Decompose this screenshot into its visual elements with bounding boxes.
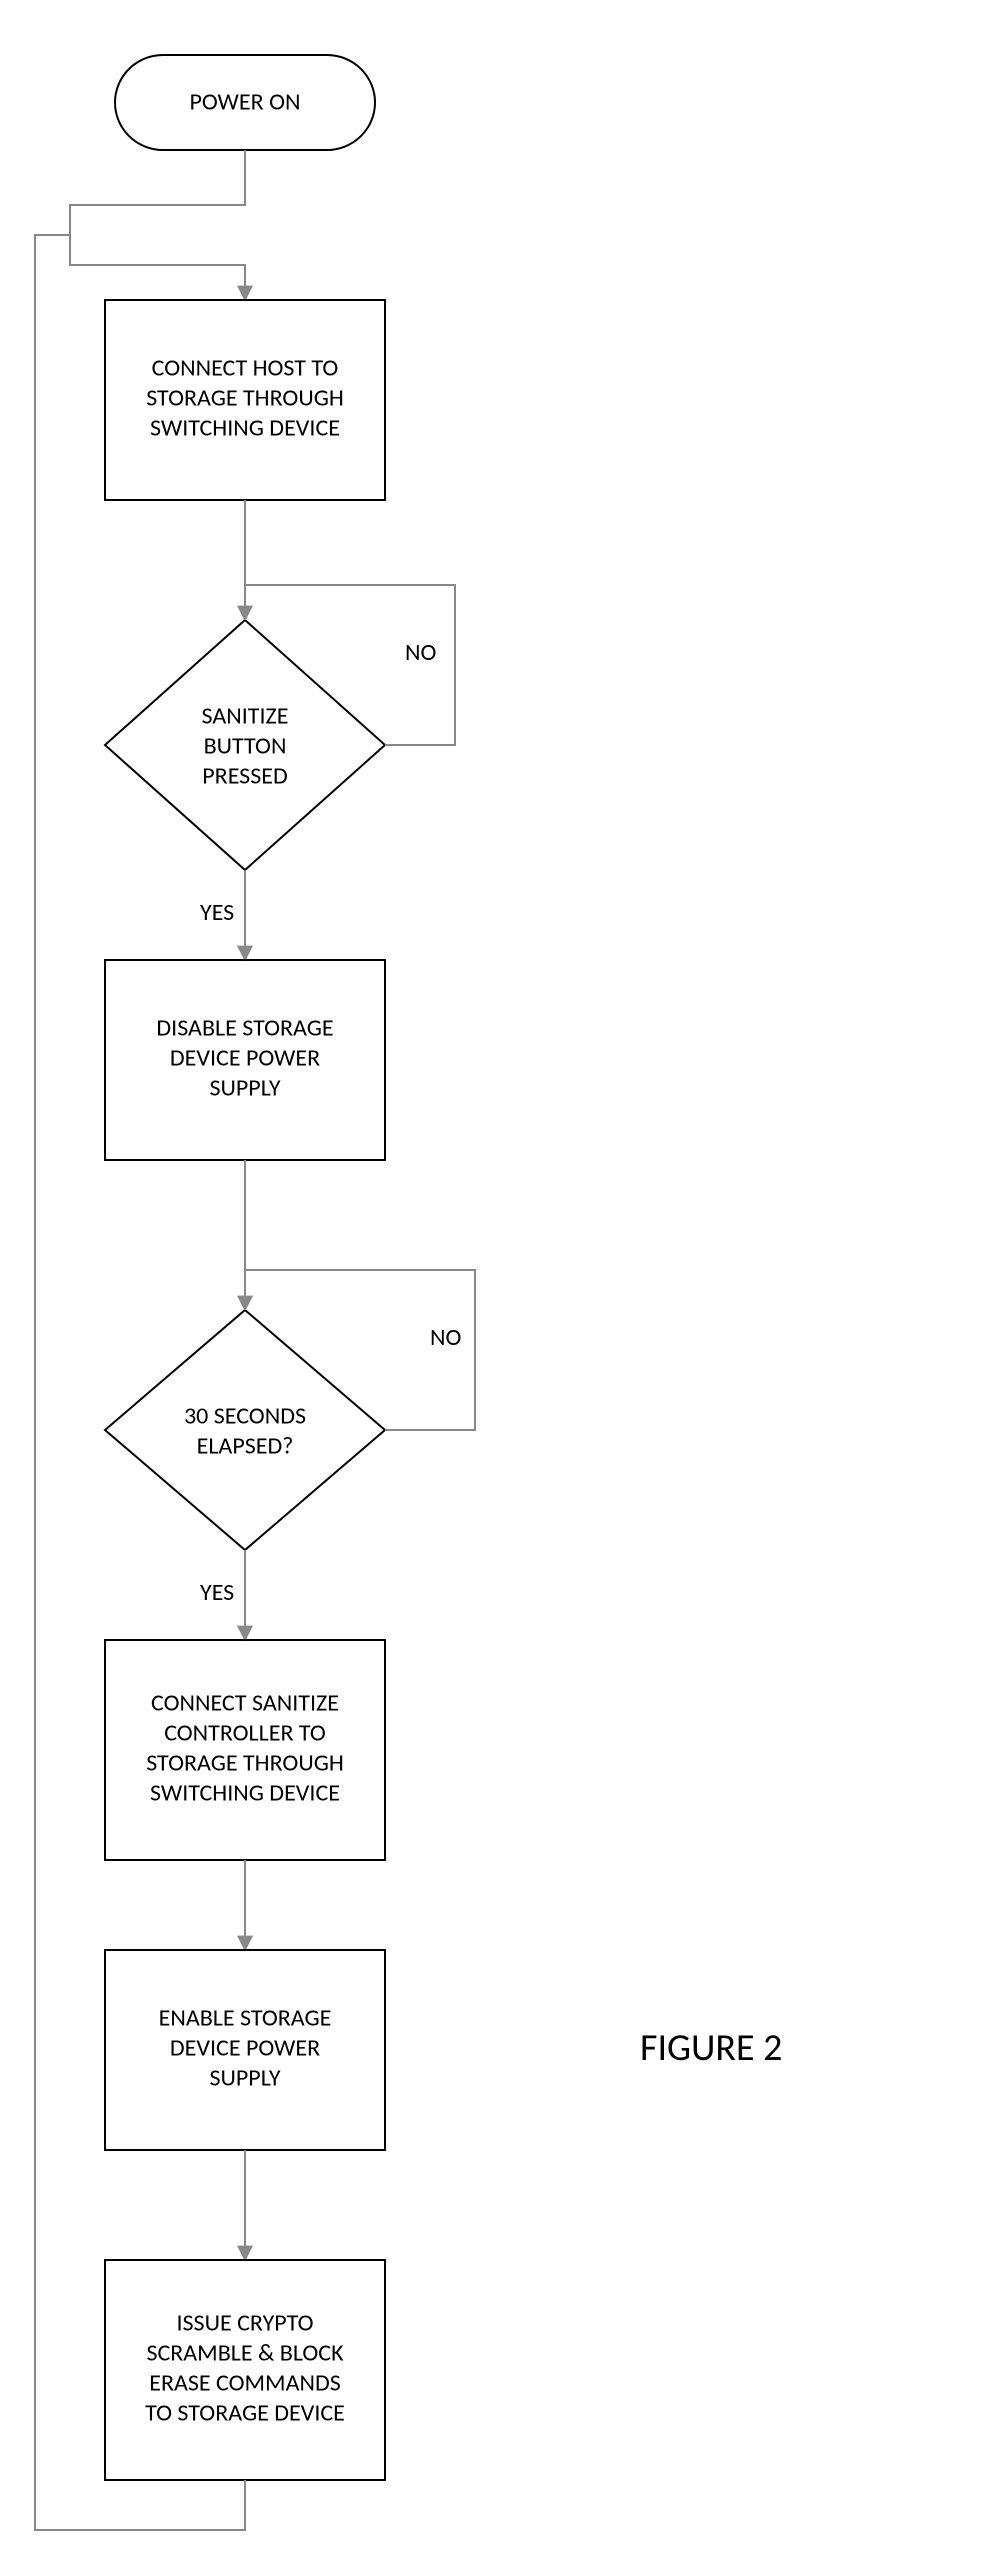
- node-d1: SANITIZE BUTTON PRESSED: [105, 620, 385, 870]
- node-p4-l2: DEVICE POWER: [170, 2034, 320, 2063]
- node-p5-l2: SCRAMBLE & BLOCK: [146, 2339, 344, 2368]
- node-p1-l1: CONNECT HOST TO: [152, 354, 339, 383]
- node-p5: ISSUE CRYPTO SCRAMBLE & BLOCK ERASE COMM…: [105, 2260, 385, 2480]
- node-p5-l4: TO STORAGE DEVICE: [145, 2399, 345, 2428]
- d1-yes-label: YES: [200, 898, 234, 927]
- node-p2-l1: DISABLE STORAGE: [156, 1014, 333, 1043]
- node-p3-l4: SWITCHING DEVICE: [150, 1779, 340, 1808]
- node-p1: CONNECT HOST TO STORAGE THROUGH SWITCHIN…: [105, 300, 385, 500]
- node-d1-l3: PRESSED: [202, 762, 287, 791]
- figure-label: FIGURE 2: [640, 2025, 782, 2071]
- d2-yes-label: YES: [200, 1578, 234, 1607]
- node-p4-l1: ENABLE STORAGE: [159, 2004, 332, 2033]
- node-start: POWER ON: [115, 55, 375, 150]
- node-p3-l2: CONTROLLER TO: [164, 1719, 326, 1748]
- node-start-text: POWER ON: [190, 88, 301, 117]
- node-d1-l1: SANITIZE: [202, 702, 289, 731]
- node-p2: DISABLE STORAGE DEVICE POWER SUPPLY: [105, 960, 385, 1160]
- node-p1-l3: SWITCHING DEVICE: [150, 414, 340, 443]
- node-d2-l2: ELAPSED?: [197, 1432, 294, 1461]
- d1-no-label: NO: [405, 638, 436, 667]
- node-p4-l3: SUPPLY: [209, 2064, 280, 2093]
- node-p5-l1: ISSUE CRYPTO: [176, 2309, 313, 2338]
- node-p4: ENABLE STORAGE DEVICE POWER SUPPLY: [105, 1950, 385, 2150]
- node-p5-l3: ERASE COMMANDS: [149, 2369, 341, 2398]
- node-p3-l1: CONNECT SANITIZE: [151, 1689, 339, 1718]
- node-p3: CONNECT SANITIZE CONTROLLER TO STORAGE T…: [105, 1640, 385, 1860]
- d2-no-label: NO: [430, 1323, 461, 1352]
- node-d2-l1: 30 SECONDS: [184, 1402, 306, 1431]
- node-p1-l2: STORAGE THROUGH: [146, 384, 344, 413]
- node-d1-l2: BUTTON: [204, 732, 287, 761]
- node-p2-l3: SUPPLY: [209, 1074, 280, 1103]
- node-p2-l2: DEVICE POWER: [170, 1044, 320, 1073]
- node-p3-l3: STORAGE THROUGH: [146, 1749, 344, 1778]
- flowchart: POWER ON CONNECT HOST TO STORAGE THROUGH…: [0, 0, 985, 2574]
- node-d2: 30 SECONDS ELAPSED?: [105, 1310, 385, 1550]
